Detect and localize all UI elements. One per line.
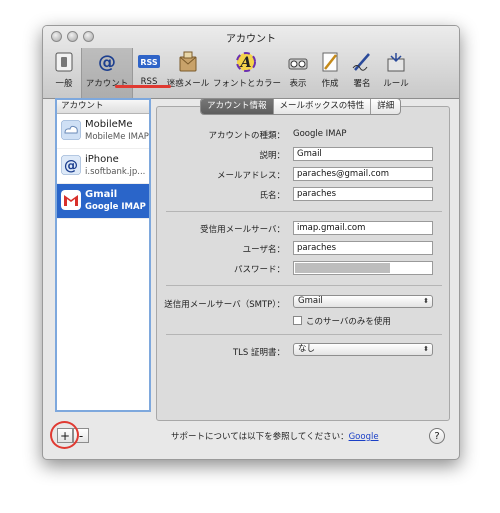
toolbar-label: 署名 (353, 79, 371, 89)
title-bar: アカウント 一般 @ アカウント RSS RSS 迷惑メール A フォントとカラ… (43, 26, 459, 99)
account-type-value: Google IMAP (293, 129, 347, 139)
toolbar-item-view[interactable]: 表示 (283, 48, 313, 98)
password-mask (295, 263, 390, 273)
toolbar-item-signatures[interactable]: 署名 (347, 48, 377, 98)
email-label: メールアドレス： (216, 171, 285, 181)
password-label: パスワード： (233, 265, 285, 275)
signature-icon (352, 53, 370, 71)
fullname-field[interactable]: paraches (293, 187, 433, 201)
toolbar-label: フォントとカラー (213, 79, 282, 89)
account-type-label: アカウントの種類： (208, 131, 285, 141)
only-this-server-checkbox[interactable] (293, 316, 302, 325)
toolbar: 一般 @ アカウント RSS RSS 迷惑メール A フォントとカラー 表示 作… (49, 48, 459, 98)
account-name: MobileMe (85, 119, 133, 130)
gmail-icon (61, 190, 81, 210)
compose-icon (322, 52, 338, 72)
smtp-server-value: Gmail (298, 296, 323, 306)
general-switch-icon (55, 52, 73, 72)
description-label: 説明： (259, 151, 285, 161)
account-type: i.softbank.jp... (85, 167, 146, 177)
tls-certificate-popup[interactable]: なし ⬍ (293, 343, 433, 356)
password-field[interactable] (293, 261, 433, 275)
account-type: Google IMAP (85, 202, 146, 212)
toolbar-label: 表示 (289, 79, 307, 89)
incoming-server-label: 受信用メールサーバ： (200, 225, 285, 235)
toolbar-item-junk-mail[interactable]: 迷惑メール (165, 48, 211, 98)
accounts-sidebar: アカウント MobileMe MobileMe IMAP @ iPhone i.… (55, 98, 151, 412)
smtp-label: 送信用メールサーバ（SMTP）： (164, 300, 285, 310)
account-item-gmail[interactable]: Gmail Google IMAP (57, 184, 149, 219)
smtp-server-popup[interactable]: Gmail ⬍ (293, 295, 433, 308)
tab-advanced[interactable]: 詳細 (371, 99, 400, 114)
rss-icon: RSS (138, 55, 160, 68)
support-label: サポートについては以下を参照してください： (171, 432, 349, 442)
separator (166, 334, 442, 335)
separator (166, 211, 442, 212)
account-name: Gmail (85, 189, 118, 200)
incoming-server-field[interactable]: imap.gmail.com (293, 221, 433, 235)
tls-label: TLS 証明書： (232, 348, 285, 358)
svg-text:RSS: RSS (140, 58, 158, 67)
account-type: MobileMe IMAP (85, 132, 149, 142)
selected-tab-highlight (115, 85, 171, 88)
toolbar-item-rss[interactable]: RSS RSS (133, 48, 165, 98)
fullname-label: 氏名： (259, 191, 285, 201)
popup-arrows-icon: ⬍ (423, 345, 429, 353)
toolbar-label: 迷惑メール (166, 79, 210, 89)
toolbar-item-rules[interactable]: ルール (379, 48, 413, 98)
toolbar-label: 作成 (321, 79, 339, 89)
popup-arrows-icon: ⬍ (423, 297, 429, 305)
toolbar-item-fonts-colors[interactable]: A フォントとカラー (213, 48, 282, 98)
username-field[interactable]: paraches (293, 241, 433, 255)
description-field[interactable]: Gmail (293, 147, 433, 161)
rules-icon (387, 53, 405, 72)
view-icon (288, 58, 308, 70)
account-item-iphone[interactable]: @ iPhone i.softbank.jp... (57, 149, 149, 184)
svg-text:@: @ (98, 52, 116, 73)
tab-mailbox-behaviors[interactable]: メールボックスの特性 (274, 99, 372, 114)
svg-text:A: A (239, 55, 252, 71)
support-link[interactable]: Google (349, 432, 379, 442)
font-color-icon: A (236, 52, 256, 72)
support-text: サポートについては以下を参照してください：Google (171, 430, 379, 442)
tls-certificate-value: なし (298, 344, 316, 354)
account-item-mobileme[interactable]: MobileMe MobileMe IMAP (57, 114, 149, 149)
mobileme-icon (61, 120, 81, 140)
username-label: ユーザ名： (242, 245, 285, 255)
only-this-server-label: このサーバのみを使用 (306, 317, 391, 327)
toolbar-label: ルール (383, 79, 409, 89)
sidebar-header: アカウント (57, 100, 149, 114)
account-tabs: アカウント情報 メールボックスの特性 詳細 (200, 98, 402, 115)
at-mail-icon: @ (61, 155, 81, 175)
toolbar-item-accounts[interactable]: @ アカウント (81, 48, 133, 98)
at-sign-icon: @ (98, 52, 116, 73)
toolbar-label: 一般 (55, 79, 73, 89)
toolbar-item-compose[interactable]: 作成 (315, 48, 345, 98)
help-button[interactable]: ? (429, 428, 445, 444)
junk-mail-icon (179, 51, 197, 72)
preferences-window: アカウント 一般 @ アカウント RSS RSS 迷惑メール A フォントとカラ… (42, 25, 460, 460)
tab-account-info[interactable]: アカウント情報 (201, 99, 274, 114)
toolbar-item-general[interactable]: 一般 (49, 48, 79, 98)
email-field[interactable]: paraches@gmail.com (293, 167, 433, 181)
separator (166, 285, 442, 286)
account-name: iPhone (85, 154, 119, 165)
svg-text:@: @ (64, 158, 78, 174)
highlight-annotation-circle (50, 421, 79, 449)
window-title: アカウント (226, 34, 276, 45)
